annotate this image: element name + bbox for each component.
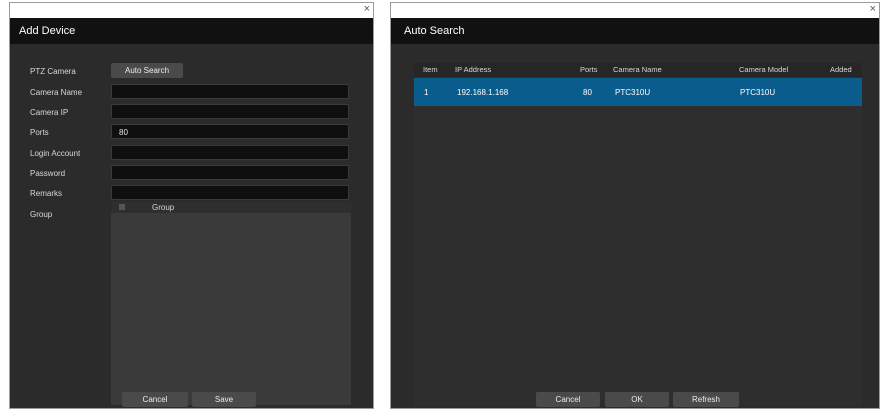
cell-item: 1 — [424, 88, 429, 97]
column-ip-address[interactable]: IP Address — [455, 65, 491, 74]
column-camera-model[interactable]: Camera Model — [739, 65, 788, 74]
cancel-button[interactable]: Cancel — [122, 392, 188, 407]
column-camera-name[interactable]: Camera Name — [613, 65, 662, 74]
camera-name-input[interactable] — [111, 84, 349, 99]
dialog-title: Auto Search — [404, 25, 465, 37]
add-device-dialog: × Add Device PTZ Camera Auto Search Came… — [9, 2, 374, 409]
dialog-top-strip: × — [391, 3, 879, 18]
cell-camera-name: PTC310U — [615, 88, 651, 97]
camera-ip-label: Camera IP — [30, 108, 69, 117]
group-list[interactable]: Group — [111, 202, 351, 405]
login-account-label: Login Account — [30, 149, 81, 158]
auto-search-dialog: × Auto Search Item IP Address Ports Came… — [390, 2, 880, 409]
search-results-table: Item IP Address Ports Camera Name Camera… — [414, 63, 862, 406]
cell-camera-model: PTC310U — [740, 88, 776, 97]
dialog-titlebar: Auto Search — [391, 18, 879, 44]
password-label: Password — [30, 169, 66, 178]
remarks-input[interactable] — [111, 185, 349, 200]
ports-input[interactable]: 80 — [111, 124, 349, 139]
camera-name-label: Camera Name — [30, 88, 83, 97]
group-select-all-checkbox[interactable] — [119, 204, 125, 210]
camera-ip-input[interactable] — [111, 104, 349, 119]
column-ports[interactable]: Ports — [580, 65, 598, 74]
refresh-button[interactable]: Refresh — [673, 392, 739, 407]
ok-button[interactable]: OK — [605, 392, 669, 407]
close-icon[interactable]: × — [364, 2, 370, 17]
cell-ip-address: 192.168.1.168 — [457, 88, 509, 97]
password-input[interactable] — [111, 165, 349, 180]
cell-ports: 80 — [583, 88, 592, 97]
column-added[interactable]: Added — [830, 65, 852, 74]
auto-search-button[interactable]: Auto Search — [111, 63, 183, 78]
group-label: Group — [30, 210, 53, 219]
dialog-titlebar: Add Device — [10, 18, 373, 44]
remarks-label: Remarks — [30, 189, 63, 198]
dialog-title: Add Device — [19, 25, 76, 37]
group-column-header: Group — [152, 203, 175, 212]
close-icon[interactable]: × — [870, 2, 876, 17]
login-account-input[interactable] — [111, 145, 349, 160]
group-list-header: Group — [111, 202, 351, 213]
table-row[interactable]: 1 192.168.1.168 80 PTC310U PTC310U — [414, 78, 862, 106]
ptz-camera-label: PTZ Camera — [30, 67, 76, 76]
table-header: Item IP Address Ports Camera Name Camera… — [414, 63, 862, 77]
cancel-button[interactable]: Cancel — [536, 392, 600, 407]
save-button[interactable]: Save — [192, 392, 256, 407]
ports-label: Ports — [30, 128, 49, 137]
column-item[interactable]: Item — [423, 65, 438, 74]
dialog-top-strip: × — [10, 3, 373, 18]
